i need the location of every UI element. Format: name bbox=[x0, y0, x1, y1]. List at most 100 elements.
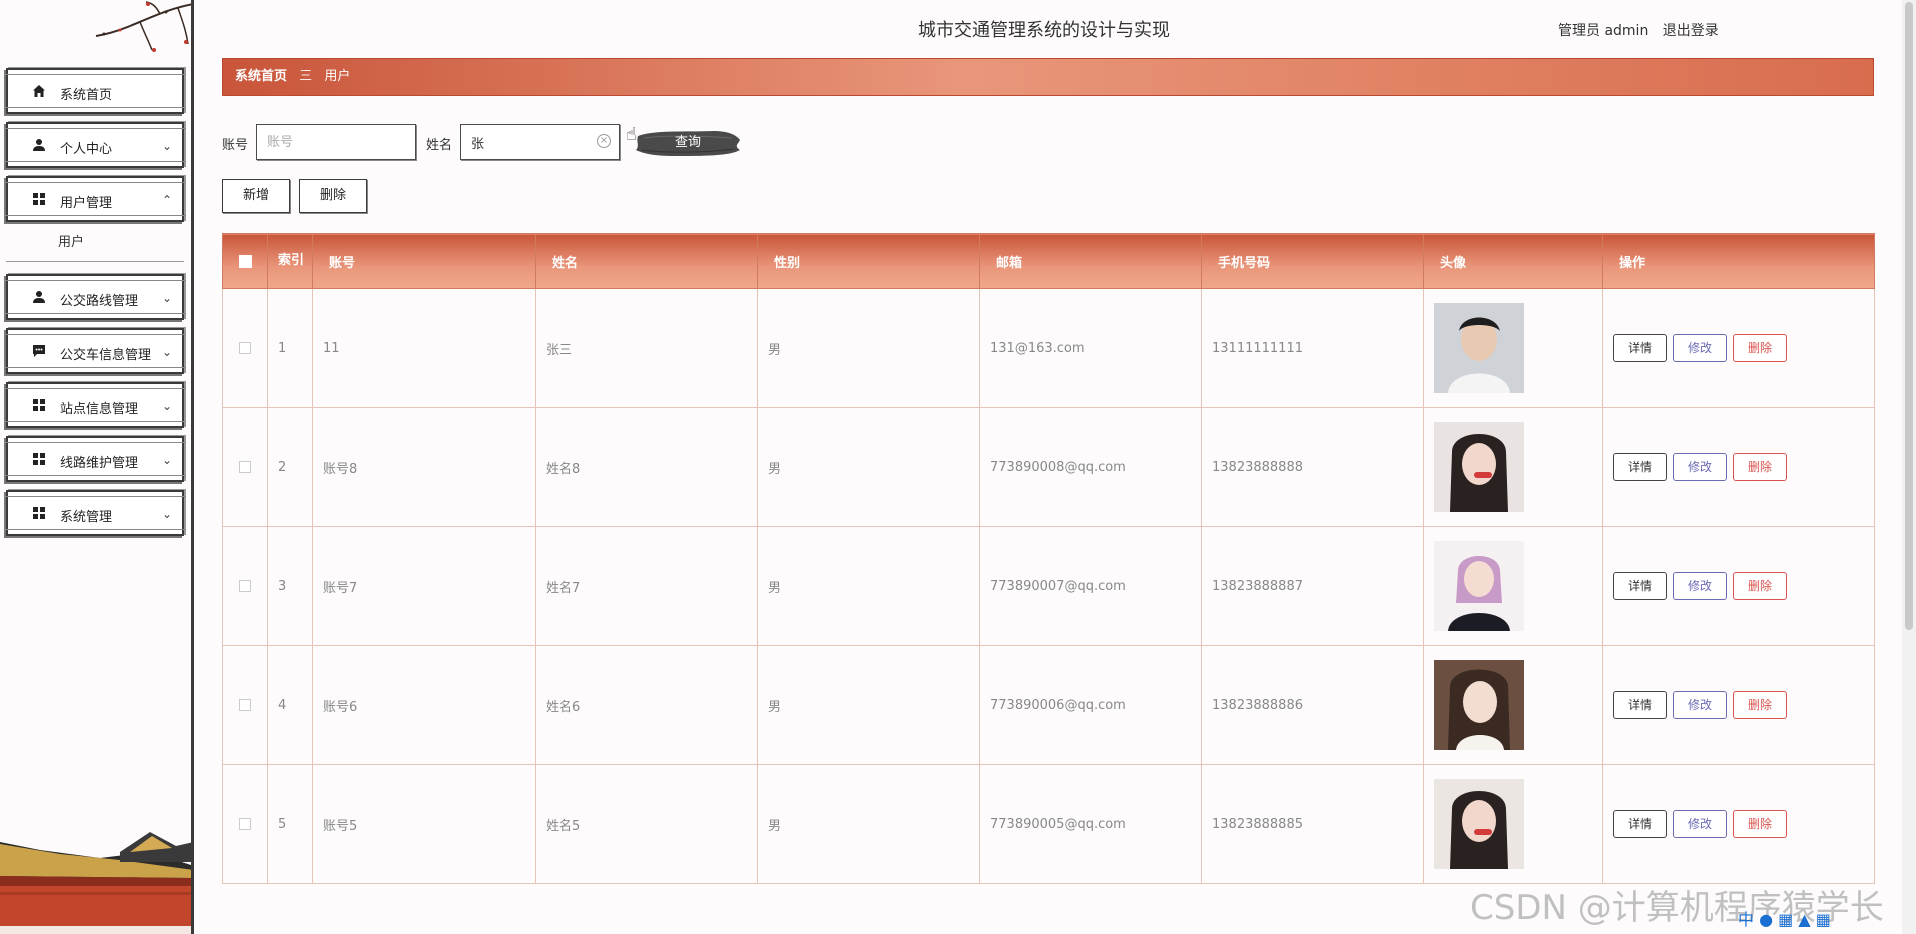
cell-actions: 详情 修改 删除 bbox=[1602, 645, 1875, 765]
table-row: 4 账号6 姓名6 男 773890006@qq.com 13823888886… bbox=[222, 645, 1875, 765]
edit-button[interactable]: 修改 bbox=[1673, 810, 1727, 838]
select-all-header[interactable] bbox=[222, 233, 268, 289]
table-row: 2 账号8 姓名8 男 773890008@qq.com 13823888888… bbox=[222, 407, 1875, 527]
apps-grid-icon: ▦ bbox=[1815, 910, 1831, 929]
palace-illustration bbox=[0, 832, 191, 934]
query-button[interactable]: 查询 bbox=[634, 126, 742, 160]
avatar bbox=[1434, 779, 1524, 869]
cell-email: 131@163.com bbox=[979, 288, 1202, 408]
cell-index: 1 bbox=[267, 288, 313, 408]
user-role: 管理员 admin bbox=[1558, 23, 1649, 39]
sidebar-item-system-management[interactable]: 系统管理 ⌄ bbox=[4, 490, 186, 536]
cell-account: 11 bbox=[312, 288, 536, 408]
cell-email: 773890008@qq.com bbox=[979, 407, 1202, 527]
cell-gender: 男 bbox=[757, 645, 980, 765]
edit-button[interactable]: 修改 bbox=[1673, 572, 1727, 600]
row-checkbox[interactable] bbox=[239, 580, 251, 592]
cell-actions: 详情 修改 删除 bbox=[1602, 288, 1875, 408]
sidebar-item-personal-center[interactable]: 个人中心 ⌄ bbox=[4, 122, 186, 168]
column-header: 操作 bbox=[1602, 233, 1875, 289]
edit-button[interactable]: 修改 bbox=[1673, 453, 1727, 481]
cell-account: 账号6 bbox=[312, 645, 536, 765]
sidebar-subitem-user[interactable]: 用户 bbox=[6, 226, 184, 262]
sidebar-item-label: 公交车信息管理 bbox=[60, 348, 152, 363]
sidebar-item-home[interactable]: 系统首页 bbox=[4, 68, 186, 114]
sidebar-menu: 系统首页 个人中心 ⌄ 用户管理 ⌃ 用户 公交路线管理 ⌄ 公交车信息管理 ⌄… bbox=[4, 68, 186, 544]
ime-toolbar: 中 ● ▦ ▲ ▦ bbox=[1738, 906, 1831, 932]
row-delete-button[interactable]: 删除 bbox=[1733, 572, 1787, 600]
edit-button[interactable]: 修改 bbox=[1673, 334, 1727, 362]
breadcrumb: 系统首页 三 用户 bbox=[222, 58, 1874, 96]
cell-phone: 13823888885 bbox=[1201, 764, 1424, 884]
mouse-cursor-icon: ☝ bbox=[626, 124, 637, 145]
sidebar-item-bus-info[interactable]: 公交车信息管理 ⌄ bbox=[4, 328, 186, 374]
row-delete-button[interactable]: 删除 bbox=[1733, 810, 1787, 838]
name-input[interactable] bbox=[460, 124, 620, 160]
person-icon bbox=[33, 291, 45, 303]
cell-phone: 13111111111 bbox=[1201, 288, 1424, 408]
user-table: 索引 账号 姓名 性别 邮箱 手机号码 头像 操作 1 11 张三 男 131@… bbox=[222, 233, 1875, 884]
column-header: 账号 bbox=[312, 233, 536, 289]
detail-button[interactable]: 详情 bbox=[1613, 334, 1667, 362]
cell-phone: 13823888887 bbox=[1201, 526, 1424, 646]
sidebar-item-route-maintenance[interactable]: 线路维护管理 ⌄ bbox=[4, 436, 186, 482]
edit-button[interactable]: 修改 bbox=[1673, 691, 1727, 719]
cell-avatar bbox=[1423, 288, 1603, 408]
column-header: 头像 bbox=[1423, 233, 1603, 289]
column-header: 姓名 bbox=[535, 233, 758, 289]
row-delete-button[interactable]: 删除 bbox=[1733, 691, 1787, 719]
scrollbar[interactable] bbox=[1902, 0, 1916, 934]
column-header: 邮箱 bbox=[979, 233, 1202, 289]
sidebar: 系统首页 个人中心 ⌄ 用户管理 ⌃ 用户 公交路线管理 ⌄ 公交车信息管理 ⌄… bbox=[0, 0, 194, 934]
sidebar-item-user-management[interactable]: 用户管理 ⌃ bbox=[4, 176, 186, 222]
chevron-down-icon: ⌄ bbox=[161, 345, 172, 359]
clear-icon[interactable]: × bbox=[597, 134, 611, 148]
detail-button[interactable]: 详情 bbox=[1613, 572, 1667, 600]
chevron-down-icon: ⌄ bbox=[161, 139, 172, 153]
chevron-down-icon: ⌄ bbox=[161, 507, 172, 521]
row-checkbox[interactable] bbox=[239, 818, 251, 830]
add-button[interactable]: 新增 bbox=[222, 179, 290, 213]
breadcrumb-current: 用户 bbox=[324, 69, 351, 84]
select-all-checkbox[interactable] bbox=[238, 254, 252, 268]
cell-gender: 男 bbox=[757, 288, 980, 408]
row-checkbox[interactable] bbox=[239, 342, 251, 354]
sidebar-item-label: 公交路线管理 bbox=[60, 294, 139, 309]
cell-account: 账号7 bbox=[312, 526, 536, 646]
row-checkbox[interactable] bbox=[239, 461, 251, 473]
shirt-icon: ▲ bbox=[1798, 910, 1811, 929]
cell-phone: 13823888886 bbox=[1201, 645, 1424, 765]
detail-button[interactable]: 详情 bbox=[1613, 810, 1667, 838]
chevron-down-icon: ⌄ bbox=[161, 453, 172, 467]
breadcrumb-separator: 三 bbox=[299, 69, 313, 84]
account-input[interactable] bbox=[256, 124, 416, 160]
detail-button[interactable]: 详情 bbox=[1613, 453, 1667, 481]
cell-name: 张三 bbox=[535, 288, 758, 408]
chevron-down-icon: ⌄ bbox=[161, 291, 172, 305]
column-header: 性别 bbox=[757, 233, 980, 289]
chat-icon bbox=[33, 345, 45, 357]
sidebar-item-bus-route[interactable]: 公交路线管理 ⌄ bbox=[4, 274, 186, 320]
row-select-cell bbox=[222, 526, 268, 646]
row-select-cell bbox=[222, 288, 268, 408]
cell-name: 姓名6 bbox=[535, 645, 758, 765]
avatar bbox=[1434, 422, 1524, 512]
scrollbar-thumb[interactable] bbox=[1905, 2, 1913, 630]
avatar bbox=[1434, 541, 1524, 631]
delete-button[interactable]: 删除 bbox=[299, 179, 367, 213]
row-delete-button[interactable]: 删除 bbox=[1733, 453, 1787, 481]
breadcrumb-home[interactable]: 系统首页 bbox=[235, 69, 287, 84]
cell-avatar bbox=[1423, 526, 1603, 646]
cell-gender: 男 bbox=[757, 407, 980, 527]
ime-mode: 中 bbox=[1738, 910, 1755, 929]
cell-avatar bbox=[1423, 764, 1603, 884]
sidebar-item-station-info[interactable]: 站点信息管理 ⌄ bbox=[4, 382, 186, 428]
row-checkbox[interactable] bbox=[239, 699, 251, 711]
home-icon bbox=[33, 85, 45, 97]
detail-button[interactable]: 详情 bbox=[1613, 691, 1667, 719]
row-delete-button[interactable]: 删除 bbox=[1733, 334, 1787, 362]
cell-avatar bbox=[1423, 645, 1603, 765]
logout-link[interactable]: 退出登录 bbox=[1663, 23, 1719, 39]
keyboard-icon: ▦ bbox=[1778, 910, 1794, 929]
grid-icon bbox=[33, 507, 45, 519]
